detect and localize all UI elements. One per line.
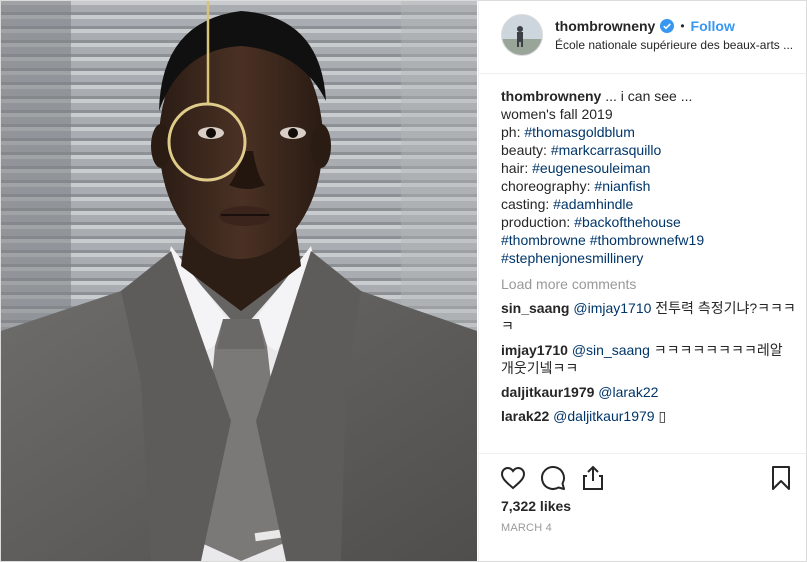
caption-line: choreography: #nianfish [501,177,797,195]
hashtag-link[interactable]: #thombrownefw19 [590,232,704,248]
comment-username[interactable]: sin_saang [501,300,569,316]
caption-line-text: ph: [501,124,525,140]
location-link[interactable]: École nationale supérieure des beaux-art… [555,38,795,52]
hashtag-link[interactable]: #markcarrasquillo [551,142,661,158]
caption-line-text: choreography: [501,178,595,194]
caption-username[interactable]: thombrowneny [501,88,601,104]
header-separator: • [680,19,685,33]
caption-line: hair: #eugenesouleiman [501,159,797,177]
mention-link[interactable]: @imjay1710 [573,300,651,316]
caption-line-text: hair: [501,160,533,176]
comment-username[interactable]: daljitkaur1979 [501,384,594,400]
mention-link[interactable]: @daljitkaur1979 [553,408,654,424]
share-icon[interactable] [578,463,608,493]
caption-line-text: beauty: [501,142,551,158]
mention-link[interactable]: @sin_saang [572,342,650,358]
caption-line-text: casting: [501,196,554,212]
heart-icon[interactable] [498,463,528,493]
instagram-post: thombrowneny • Follow École nationale su… [0,0,807,562]
caption-line-text: production: [501,214,575,230]
post-header: thombrowneny • Follow École nationale su… [479,1,806,74]
caption-line: #thombrowne #thombrownefw19 [501,231,797,249]
post-photo-illustration [1,1,477,561]
avatar-image-icon [502,15,542,55]
post-date[interactable]: MARCH 4 [501,522,552,534]
caption-line: women's fall 2019 [501,105,797,123]
caption-line: casting: #adamhindle [501,195,797,213]
post-side-panel: thombrowneny • Follow École nationale su… [478,1,806,561]
hashtag-link[interactable]: #nianfish [594,178,650,194]
hashtag-link[interactable]: #thomasgoldblum [524,124,635,140]
follow-button[interactable]: Follow [691,18,735,34]
hashtag-link[interactable]: #stephenjonesmillinery [501,250,643,266]
hashtag-link[interactable]: #backofthehouse [574,214,681,230]
comment-icon[interactable] [538,463,568,493]
mention-link[interactable]: @larak22 [598,384,658,400]
comment: sin_saang @imjay1710 전투력 측정기냐?ㅋㅋㅋㅋ [501,299,797,335]
likes-count[interactable]: 7,322 likes [501,498,571,514]
comment-username[interactable]: larak22 [501,408,549,424]
caption: thombrowneny ... i can see ... women's f… [501,87,797,267]
header-title-row: thombrowneny • Follow [555,18,735,34]
comment-username[interactable]: imjay1710 [501,342,568,358]
action-bar [479,453,806,502]
load-more-comments-button[interactable]: Load more comments [501,275,797,293]
verified-badge-icon [660,19,675,33]
comment-text: ▯ [654,408,667,424]
caption-text: ... i can see ... [601,88,693,104]
comment: imjay1710 @sin_saang ㅋㅋㅋㅋㅋㅋㅋㅋ레알 개웃기넼ㅋㅋ [501,341,797,377]
caption-line: production: #backofthehouse [501,213,797,231]
comments-list: thombrowneny ... i can see ... women's f… [501,87,797,425]
caption-line-text: women's fall 2019 [501,106,613,122]
avatar[interactable] [501,14,543,56]
comment: daljitkaur1979 @larak22 [501,383,797,401]
hashtag-link[interactable]: #adamhindle [553,196,633,212]
hashtag-link[interactable]: #thombrowne [501,232,586,248]
comment: larak22 @daljitkaur1979 ▯ [501,407,797,425]
caption-line: #stephenjonesmillinery [501,249,797,267]
header-username[interactable]: thombrowneny [555,18,655,34]
hashtag-link[interactable]: #eugenesouleiman [532,160,650,176]
caption-line: ph: #thomasgoldblum [501,123,797,141]
post-photo[interactable] [1,1,477,561]
bookmark-icon[interactable] [766,463,796,493]
caption-line: beauty: #markcarrasquillo [501,141,797,159]
